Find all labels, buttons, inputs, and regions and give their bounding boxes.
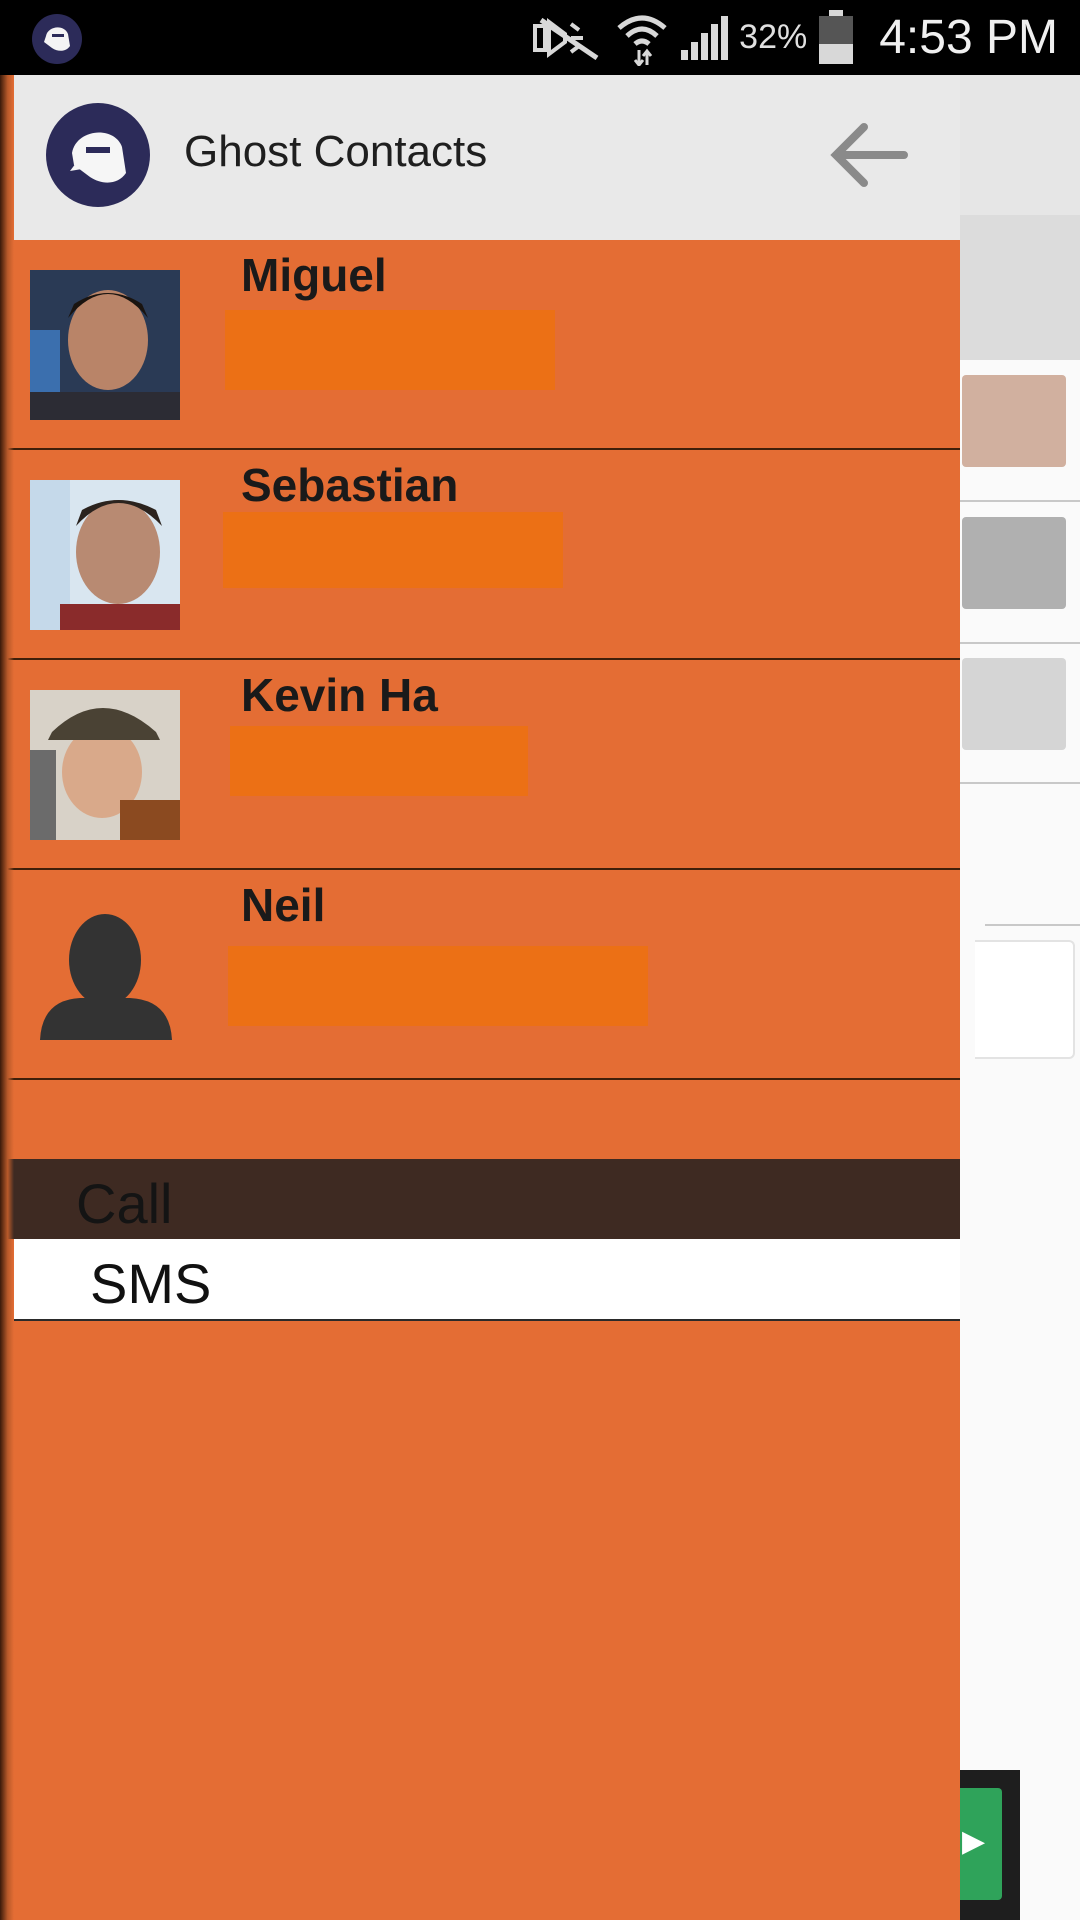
wifi-icon bbox=[617, 15, 667, 66]
drawer-header: Ghost Contacts bbox=[14, 75, 960, 240]
background-toolbar bbox=[960, 75, 1080, 215]
status-indicators: 32% 4:53 PM bbox=[531, 0, 1058, 75]
battery-percent: 32% bbox=[739, 18, 808, 56]
contact-row[interactable]: Kevin Ha bbox=[0, 660, 960, 870]
contact-row[interactable]: Neil bbox=[0, 870, 960, 1080]
redacted-number bbox=[228, 946, 648, 1026]
contact-name: Kevin Ha bbox=[241, 669, 438, 721]
contact-row[interactable]: Miguel bbox=[0, 240, 960, 450]
contact-name: Miguel bbox=[241, 249, 387, 301]
drawer-title: Ghost Contacts bbox=[184, 127, 488, 176]
contact-list: Miguel Sebastian Kevin Ha Neil bbox=[0, 240, 960, 1080]
default-avatar-icon bbox=[40, 914, 172, 1040]
ghost-contacts-drawer: Ghost Contacts Miguel Sebastian Kevin Ha… bbox=[0, 75, 960, 1920]
signal-icon bbox=[681, 15, 729, 60]
redacted-number bbox=[225, 310, 555, 390]
battery-icon bbox=[819, 9, 854, 64]
background-button bbox=[962, 658, 1066, 750]
mute-icon bbox=[533, 17, 599, 60]
redacted-number bbox=[230, 726, 528, 796]
background-divider bbox=[985, 924, 1080, 926]
contact-name: Sebastian bbox=[241, 459, 459, 511]
contact-photo bbox=[30, 270, 180, 420]
contact-photo bbox=[30, 480, 180, 630]
clock: 4:53 PM bbox=[879, 11, 1058, 64]
background-button bbox=[962, 375, 1066, 467]
drawer-shadow bbox=[0, 75, 14, 1920]
background-strip bbox=[960, 215, 1080, 360]
contact-photo bbox=[30, 690, 180, 840]
background-field bbox=[975, 940, 1075, 1059]
redacted-number bbox=[223, 512, 563, 588]
contact-name: Neil bbox=[241, 879, 326, 931]
background-button bbox=[962, 517, 1066, 609]
background-divider bbox=[960, 500, 1080, 502]
ghost-logo-icon bbox=[46, 103, 150, 207]
status-bar: 32% 4:53 PM bbox=[0, 0, 1080, 75]
ghost-app-icon bbox=[32, 14, 82, 64]
call-menu-item[interactable]: Call bbox=[0, 1159, 960, 1239]
contact-row[interactable]: Sebastian bbox=[0, 450, 960, 660]
background-divider bbox=[960, 782, 1080, 784]
sms-menu-item[interactable]: SMS bbox=[14, 1239, 960, 1321]
back-arrow-icon[interactable] bbox=[824, 115, 914, 195]
sms-label: SMS bbox=[90, 1252, 212, 1315]
call-label: Call bbox=[76, 1172, 173, 1235]
background-divider bbox=[960, 642, 1080, 644]
